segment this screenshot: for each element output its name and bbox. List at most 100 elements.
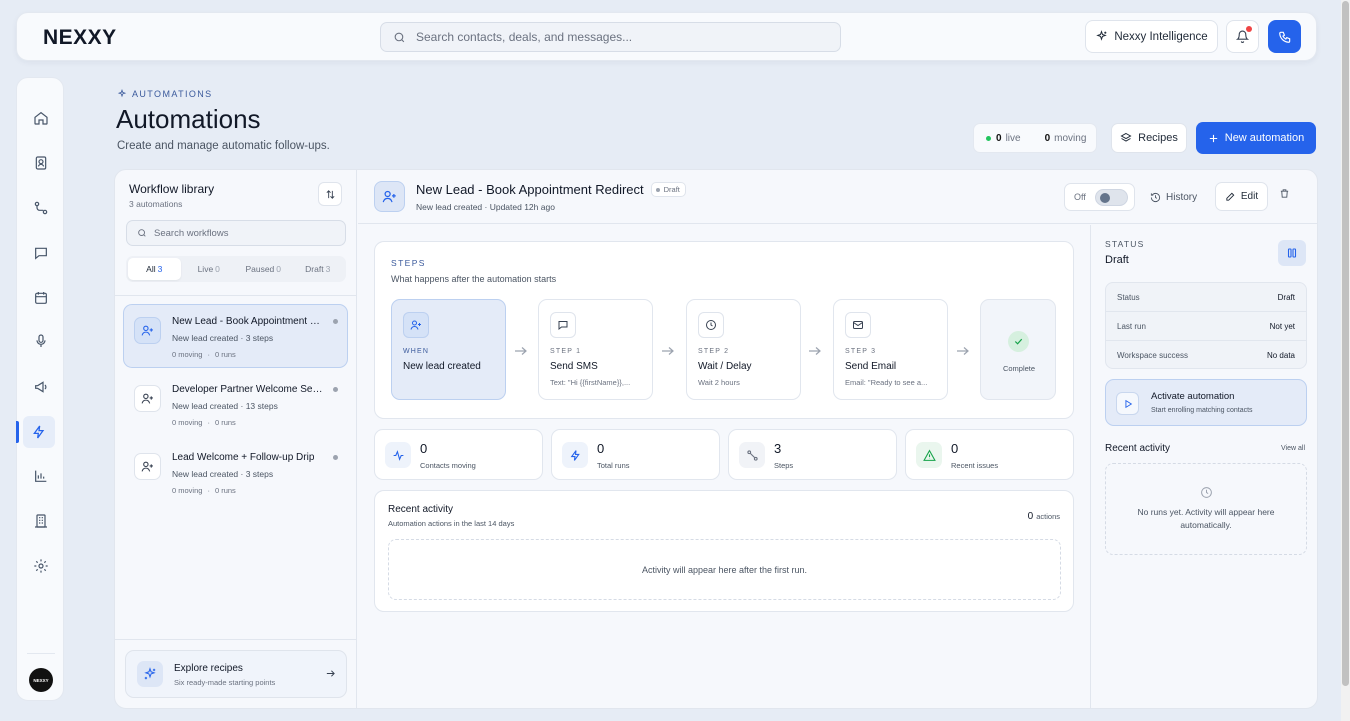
messages-icon[interactable] xyxy=(29,241,53,265)
megaphone-icon[interactable] xyxy=(29,375,53,399)
calendar-icon[interactable] xyxy=(29,286,53,310)
pipeline-icon[interactable] xyxy=(29,196,53,220)
view-all-link[interactable]: View all xyxy=(1281,445,1305,452)
workflow-item[interactable]: Developer Partner Welcome Sequence New l… xyxy=(123,372,348,436)
step-card[interactable]: STEP 3 Send Email Email: "Ready to see a… xyxy=(833,299,948,400)
stat-card: 0 Recent issues xyxy=(905,429,1074,480)
history-button[interactable]: History xyxy=(1150,184,1197,210)
sidebar: NEXXY xyxy=(16,77,64,701)
filter-tab-paused[interactable]: Paused 0 xyxy=(237,258,290,280)
automations-icon[interactable] xyxy=(23,416,55,448)
arrow-right-icon xyxy=(808,346,822,356)
status-value: Draft xyxy=(1105,254,1129,266)
stat-card: 0 Total runs xyxy=(551,429,720,480)
card-kicker: STEP 3 xyxy=(845,348,877,355)
workflow-runs: 0 runs xyxy=(214,418,236,427)
recent-count-value: 0 xyxy=(1027,511,1034,522)
status-dot xyxy=(333,455,338,460)
avatar[interactable]: NEXXY xyxy=(29,668,53,692)
filter-tab-draft[interactable]: Draft 3 xyxy=(292,258,345,280)
status-filter-tabs: All 3 Live 0 Paused 0 Draft 3 xyxy=(126,256,346,282)
trash-icon[interactable] xyxy=(1279,188,1290,199)
recent-subtitle: Automation actions in the last 14 days xyxy=(388,519,515,528)
new-automation-button[interactable]: New automation xyxy=(1196,122,1316,154)
workflow-meta: 0 moving · 0 runs xyxy=(172,486,236,495)
user-plus-icon xyxy=(403,312,429,338)
recent-activity-card: Recent activity Automation actions in th… xyxy=(374,490,1074,612)
collapse-panel-button[interactable] xyxy=(1278,240,1306,266)
stat-value: 3 xyxy=(774,441,782,456)
status-badge: Draft xyxy=(650,182,686,197)
global-search[interactable] xyxy=(380,22,841,52)
reports-icon[interactable] xyxy=(29,464,53,488)
check-icon xyxy=(1008,331,1029,352)
explore-title: Explore recipes xyxy=(174,663,243,674)
recent-count-label: actions xyxy=(1036,512,1060,521)
status-dot xyxy=(333,319,338,324)
divider xyxy=(115,295,357,296)
card-name: Wait / Delay xyxy=(698,361,752,372)
phone-button[interactable] xyxy=(1268,20,1301,53)
microphone-icon[interactable] xyxy=(29,329,53,353)
play-icon xyxy=(1116,392,1139,415)
active-nav-indicator xyxy=(16,421,19,443)
scrollbar[interactable] xyxy=(1341,0,1350,721)
search-input[interactable] xyxy=(416,30,816,44)
settings-icon[interactable] xyxy=(29,554,53,578)
filter-tab-all[interactable]: All 3 xyxy=(128,258,181,280)
status-panel: STATUS Draft Status Draft Last run Not yet… xyxy=(1090,225,1317,708)
filter-label: Draft xyxy=(305,264,324,274)
stat-value: 0 xyxy=(597,441,605,456)
status-details: Status Draft Last run Not yet Workspace su… xyxy=(1105,282,1307,369)
user-plus-icon xyxy=(134,453,161,480)
step-card[interactable]: STEP 2 Wait / Delay Wait 2 hours xyxy=(686,299,801,400)
activity-icon xyxy=(385,442,411,468)
contacts-icon[interactable] xyxy=(29,151,53,175)
notifications-button[interactable] xyxy=(1226,20,1259,53)
workflow-search[interactable] xyxy=(126,220,346,246)
filter-label: All xyxy=(146,264,156,274)
filter-label: Live xyxy=(197,264,214,274)
nexxy-intelligence-button[interactable]: Nexxy Intelligence xyxy=(1085,20,1218,53)
recipes-button[interactable]: Recipes xyxy=(1111,123,1187,153)
stat-label: Contacts moving xyxy=(420,461,476,470)
stat-card: 3 Steps xyxy=(728,429,897,480)
toggle-label: Off xyxy=(1074,192,1086,202)
step-card[interactable]: STEP 1 Send SMS Text: "Hi {{firstName}},… xyxy=(538,299,653,400)
home-icon[interactable] xyxy=(29,106,53,130)
enable-toggle[interactable]: Off xyxy=(1064,183,1135,211)
card-name: Send Email xyxy=(845,361,897,372)
badge-label: Draft xyxy=(663,185,680,194)
scrollbar-thumb[interactable] xyxy=(1342,1,1349,686)
workflow-item[interactable]: Lead Welcome + Follow-up Drip New lead c… xyxy=(123,440,348,504)
explore-recipes-card[interactable]: Explore recipes Six ready-made starting … xyxy=(125,650,347,698)
edit-button[interactable]: Edit xyxy=(1215,182,1268,211)
stat-card: 0 Contacts moving xyxy=(374,429,543,480)
workflow-subtitle: New lead created · Updated 12h ago xyxy=(416,202,555,212)
sparkles-icon xyxy=(137,661,163,687)
live-number: 0 xyxy=(996,132,1002,144)
bell-icon xyxy=(1236,30,1249,43)
bolt-icon xyxy=(562,442,588,468)
filter-count: 3 xyxy=(325,264,331,274)
filter-label: Paused xyxy=(245,264,275,274)
building-icon[interactable] xyxy=(29,509,53,533)
workflow-search-input[interactable] xyxy=(154,227,334,239)
logo[interactable]: NEXXY xyxy=(43,26,117,50)
activate-automation-button[interactable]: Activate automation Start enrolling matc… xyxy=(1105,379,1307,426)
activity-empty-state: No runs yet. Activity will appear here a… xyxy=(1105,463,1307,555)
workflow-title: New Lead - Book Appointment Redirect xyxy=(172,316,327,327)
arrow-right-icon xyxy=(325,668,336,679)
workflow-item[interactable]: New Lead - Book Appointment Redirect New… xyxy=(123,304,348,368)
toggle-switch[interactable] xyxy=(1094,188,1128,206)
filter-tab-live[interactable]: Live 0 xyxy=(183,258,236,280)
layers-icon xyxy=(1120,132,1132,144)
message-icon xyxy=(550,312,576,338)
status-row: Last run Not yet xyxy=(1106,312,1306,341)
sort-button[interactable] xyxy=(318,182,342,206)
toggle-knob xyxy=(1099,192,1110,203)
page-title: Automations xyxy=(116,104,261,134)
filter-count: 0 xyxy=(276,264,282,274)
trigger-card[interactable]: WHEN New lead created xyxy=(391,299,506,400)
phone-icon xyxy=(1278,30,1292,44)
